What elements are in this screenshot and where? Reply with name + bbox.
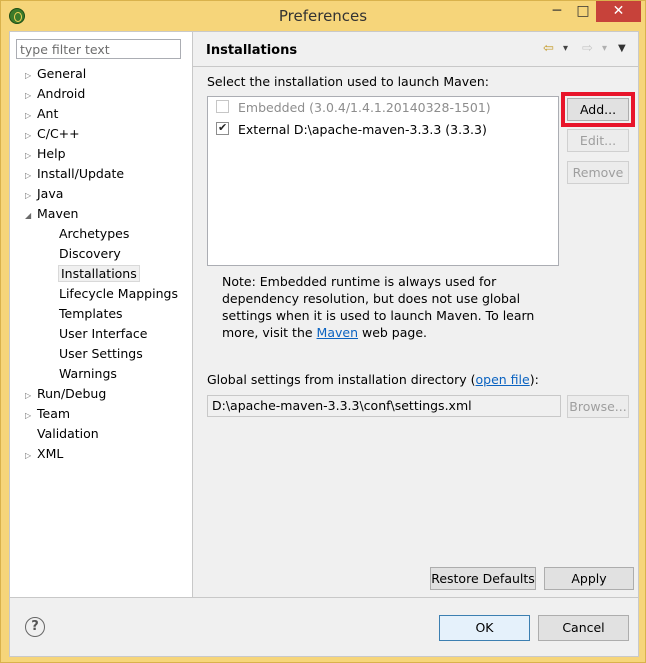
tree-item-label: Install/Update xyxy=(37,166,125,181)
close-button[interactable]: ✕ xyxy=(596,1,641,22)
settings-path-field[interactable]: D:\apache-maven-3.3.3\conf\settings.xml xyxy=(207,395,561,417)
collapsed-arrow-icon[interactable]: ▷ xyxy=(25,167,37,185)
tree-item-label: Warnings xyxy=(59,366,117,381)
global-settings-suffix: ): xyxy=(529,372,539,387)
tree-item-run-debug[interactable]: ▷ Run/Debug xyxy=(25,385,106,403)
filter-input[interactable] xyxy=(16,39,181,59)
tree-item-team[interactable]: ▷ Team xyxy=(25,405,70,423)
global-settings-label: Global settings from installation direct… xyxy=(207,372,539,387)
installation-label: Embedded (3.0.4/1.4.1.20140328-1501) xyxy=(238,100,491,115)
tree-item-templates[interactable]: Templates xyxy=(59,305,123,323)
tree-item-label: C/C++ xyxy=(37,126,80,141)
collapsed-arrow-icon[interactable]: ▷ xyxy=(25,107,37,125)
tree-item-java[interactable]: ▷ Java xyxy=(25,185,63,203)
tree-item-label: XML xyxy=(37,446,64,461)
tree-item-label: Discovery xyxy=(59,246,121,261)
title-bar[interactable]: Preferences ─ □ ✕ xyxy=(1,1,645,31)
open-file-link[interactable]: open file xyxy=(476,372,530,387)
minimize-button[interactable]: ─ xyxy=(544,1,570,22)
tree-item-label: Templates xyxy=(59,306,123,321)
restore-defaults-button[interactable]: Restore Defaults xyxy=(430,567,536,590)
tree-item-label: Team xyxy=(37,406,71,421)
back-arrow-icon[interactable]: ⇦ xyxy=(543,41,554,57)
tree-item-c-c-[interactable]: ▷ C/C++ xyxy=(25,125,80,143)
tree-item-ant[interactable]: ▷ Ant xyxy=(25,105,58,123)
tree-item-validation[interactable]: Validation xyxy=(25,425,99,443)
remove-button[interactable]: Remove xyxy=(567,161,629,184)
tree-item-warnings[interactable]: Warnings xyxy=(59,365,117,383)
maven-link[interactable]: Maven xyxy=(317,325,358,340)
tree-item-archetypes[interactable]: Archetypes xyxy=(59,225,129,243)
forward-dropdown-icon: ▾ xyxy=(602,43,608,54)
maximize-button[interactable]: □ xyxy=(570,1,596,22)
tree-item-help[interactable]: ▷ Help xyxy=(25,145,66,163)
installation-row-embedded[interactable]: Embedded (3.0.4/1.4.1.20140328-1501) xyxy=(216,99,491,117)
tree-item-lifecycle-mappings[interactable]: Lifecycle Mappings xyxy=(59,285,178,303)
tree-item-label: Lifecycle Mappings xyxy=(59,286,178,301)
tree-item-label: Help xyxy=(37,146,66,161)
collapsed-arrow-icon[interactable]: ▷ xyxy=(25,387,37,405)
embedded-note: Note: Embedded runtime is always used fo… xyxy=(222,273,567,341)
tree-item-maven[interactable]: ◢ Maven xyxy=(25,205,78,223)
tree-item-label: Installations xyxy=(58,265,140,282)
preference-tree-pane: ▷General▷Android▷Ant▷C/C++▷Help▷Install/… xyxy=(10,32,193,597)
tree-item-label: Archetypes xyxy=(59,226,130,241)
global-settings-prefix: Global settings from installation direct… xyxy=(207,372,476,387)
tree-item-general[interactable]: ▷ General xyxy=(25,65,86,83)
apply-button[interactable]: Apply xyxy=(544,567,634,590)
collapsed-arrow-icon[interactable]: ▷ xyxy=(25,87,37,105)
tree-item-user-interface[interactable]: User Interface xyxy=(59,325,147,343)
tree-item-label: General xyxy=(37,66,87,81)
collapsed-arrow-icon[interactable]: ▷ xyxy=(25,127,37,145)
installation-label: External D:\apache-maven-3.3.3 (3.3.3) xyxy=(238,122,487,137)
collapsed-arrow-icon[interactable]: ▷ xyxy=(25,67,37,85)
tree-item-user-settings[interactable]: User Settings xyxy=(59,345,143,363)
edit-button[interactable]: Edit... xyxy=(567,129,629,152)
select-installation-label: Select the installation used to launch M… xyxy=(207,74,489,89)
dialog-client: ▷General▷Android▷Ant▷C/C++▷Help▷Install/… xyxy=(9,31,639,657)
browse-button[interactable]: Browse... xyxy=(567,395,629,418)
tree-item-installations[interactable]: Installations xyxy=(58,265,140,283)
external-checkbox[interactable] xyxy=(216,119,229,137)
preferences-window: Preferences ─ □ ✕ ▷General▷Android▷Ant▷C… xyxy=(0,0,646,663)
installations-page: Installations ⇦ ▾ ⇨ ▾ ▼ Select the insta… xyxy=(193,32,638,597)
forward-arrow-icon: ⇨ xyxy=(582,41,593,56)
ok-button[interactable]: OK xyxy=(439,615,530,641)
cancel-button[interactable]: Cancel xyxy=(538,615,629,641)
footer-separator xyxy=(10,597,638,598)
tree-item-label: Validation xyxy=(37,426,99,441)
installations-list[interactable]: Embedded (3.0.4/1.4.1.20140328-1501) Ext… xyxy=(207,96,559,266)
tree-item-xml[interactable]: ▷ XML xyxy=(25,445,63,463)
note-tail: web page. xyxy=(358,325,428,340)
tree-item-discovery[interactable]: Discovery xyxy=(59,245,121,263)
page-title: Installations xyxy=(206,43,298,58)
tree-item-label: User Interface xyxy=(59,326,148,341)
expanded-arrow-icon[interactable]: ◢ xyxy=(25,207,37,225)
tree-item-label: User Settings xyxy=(59,346,143,361)
header-separator xyxy=(193,66,638,67)
collapsed-arrow-icon[interactable]: ▷ xyxy=(25,407,37,425)
installation-row-external[interactable]: External D:\apache-maven-3.3.3 (3.3.3) xyxy=(216,119,487,139)
tree-item-label: Maven xyxy=(37,206,79,221)
collapsed-arrow-icon[interactable]: ▷ xyxy=(25,147,37,165)
tree-item-label: Run/Debug xyxy=(37,386,107,401)
tree-item-label: Ant xyxy=(37,106,59,121)
view-menu-icon[interactable]: ▼ xyxy=(618,43,626,59)
tree-item-label: Java xyxy=(37,186,64,201)
tree-item-label: Android xyxy=(37,86,86,101)
tree-item-install-update[interactable]: ▷ Install/Update xyxy=(25,165,124,183)
collapsed-arrow-icon[interactable]: ▷ xyxy=(25,447,37,465)
add-button[interactable]: Add... xyxy=(561,92,635,127)
embedded-checkbox[interactable] xyxy=(216,100,229,113)
back-dropdown-icon[interactable]: ▾ xyxy=(563,43,568,59)
collapsed-arrow-icon[interactable]: ▷ xyxy=(25,187,37,205)
tree-item-android[interactable]: ▷ Android xyxy=(25,85,85,103)
help-icon[interactable]: ? xyxy=(25,617,45,637)
